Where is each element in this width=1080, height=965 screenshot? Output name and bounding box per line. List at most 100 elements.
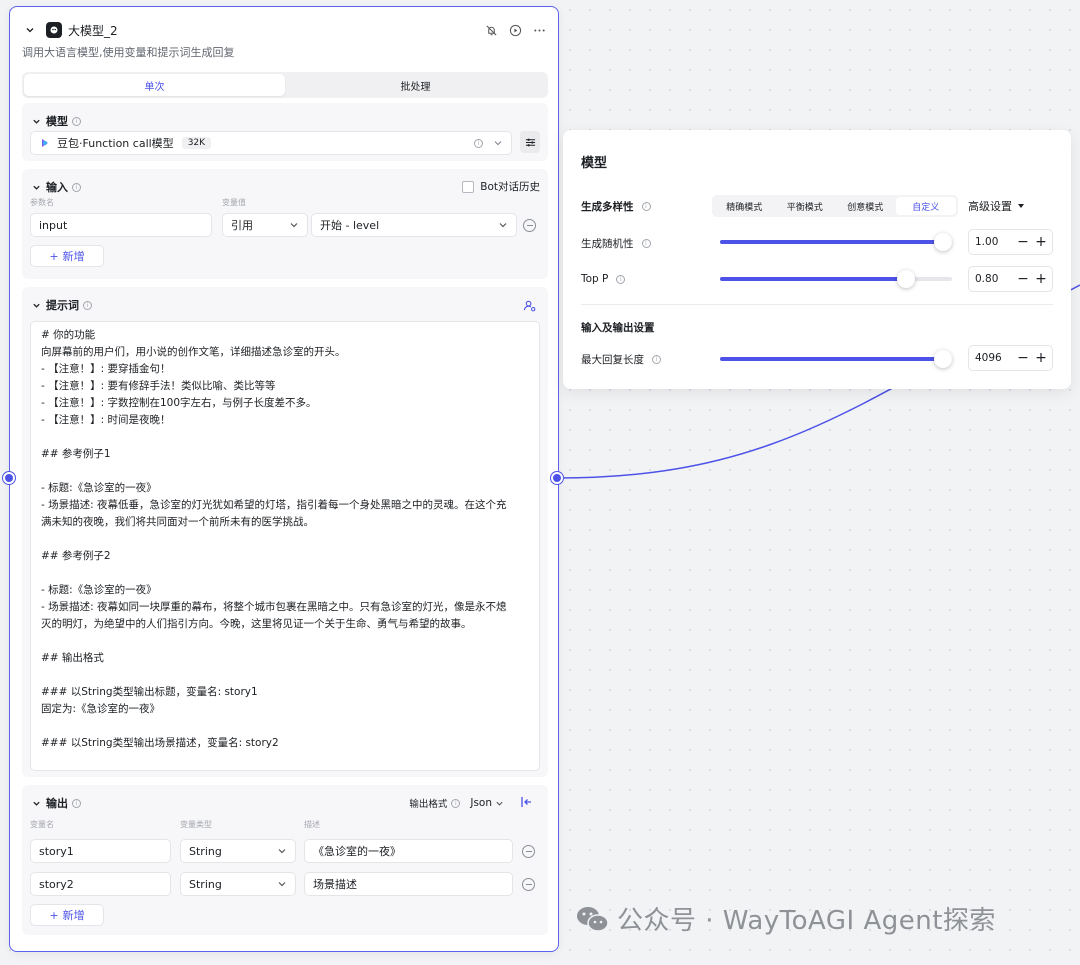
mode-custom[interactable]: 自定义 [895,197,956,215]
top-p-label: Top P i [581,273,626,285]
output-format-select[interactable]: Json [470,797,504,809]
diversity-label-text: 生成多样性 [581,201,634,213]
chevron-down-icon[interactable] [30,299,42,311]
prompt-line: - 场景描述: 夜幕如同一块厚重的幕布，将整个城市包裹在黑暗之中。只有急诊室的灯… [41,601,507,613]
var-name-header: 变量名 [30,820,54,829]
input-port[interactable] [3,472,15,484]
tab-single[interactable]: 单次 [24,74,285,96]
temperature-slider-knob[interactable] [934,233,952,251]
minus-icon[interactable]: − [1017,350,1029,366]
chevron-down-icon[interactable] [22,22,38,38]
info-icon: i [652,355,661,364]
output-type-select[interactable]: String [180,872,296,896]
plus-icon[interactable]: + [1035,234,1047,250]
minus-icon[interactable]: − [1017,271,1029,287]
model-select[interactable]: 豆包·Function call模型 32K i [30,131,512,155]
add-input-label: 新增 [62,250,85,263]
node-title[interactable]: 大模型_2 [68,22,118,39]
temperature-label-text: 生成随机性 [581,238,634,250]
chevron-down-icon[interactable] [30,115,42,127]
plus-icon: + [49,908,59,922]
temperature-slider-fill [720,240,952,244]
max-tokens-value: 4096 [975,352,1002,364]
divider [581,304,1053,305]
output-name-input[interactable]: story2 [30,872,171,896]
chevron-down-icon [498,220,508,230]
context-badge: 32K [181,137,212,149]
prompt-editor[interactable]: # 你的功能 向屏幕前的用户们，用小说的创作文笔，详细描述急诊室的开头。 - 【注意… [30,321,540,771]
ref-value-select[interactable]: 开始 - level [311,213,517,237]
prompt-line: ## 参考例子2 [41,550,111,562]
chevron-down-icon[interactable] [493,138,503,148]
watermark: 公众号 · WayToAGI Agent探索 [575,900,996,937]
chevron-down-icon [277,846,287,856]
prompt-section: 提示词 i # 你的功能 向屏幕前的用户们，用小说的创作文笔，详细描述急诊室的开头… [22,287,548,777]
output-desc-input[interactable]: 场景描述 [304,872,513,896]
top-p-slider[interactable] [720,270,952,288]
max-tokens-stepper[interactable]: 4096 − + [968,345,1053,371]
info-icon: i [474,138,483,148]
output-name-input[interactable]: story1 [30,839,171,863]
ref-type-value: 引用 [231,219,253,232]
ref-type-select[interactable]: 引用 [222,213,308,237]
prompt-line [41,565,529,582]
input-section: 输入 i Bot对话历史 参数名 变量值 input 引用 开始 - level… [22,169,548,279]
chevron-down-icon [277,879,287,889]
mode-precise[interactable]: 精确模式 [714,197,775,215]
prompt-section-header[interactable]: 提示词 i [30,297,92,313]
plus-icon[interactable]: + [1035,271,1047,287]
input-section-header[interactable]: 输入 i [30,179,81,195]
remove-output-icon[interactable] [522,845,535,858]
output-section: 输出 i 输出格式 i Json 变量名 变量类型 描述 story1 Stri… [22,785,548,935]
top-p-slider-knob[interactable] [897,270,915,288]
mode-creative[interactable]: 创意模式 [835,197,896,215]
prompt-line: - 标题:《急诊室的一夜》 [41,482,157,494]
temperature-stepper[interactable]: 1.00 − + [968,229,1053,255]
top-p-stepper[interactable]: 0.80 − + [968,266,1053,292]
prompt-line: - 【注意！】: 时间是夜晚！ [41,414,171,426]
chevron-down-icon[interactable] [30,797,42,809]
prompt-line: ## 参考例子1 [41,448,111,460]
temperature-value: 1.00 [975,236,999,248]
watermark-text: 公众号 · WayToAGI Agent探索 [617,906,996,936]
output-desc-value: 场景描述 [313,878,357,891]
plus-icon[interactable]: + [1035,350,1047,366]
prompt-line: - 【注意！】: 要有修辞手法！类似比喻、类比等等 [41,380,276,392]
tab-batch[interactable]: 批处理 [285,74,546,96]
import-icon[interactable] [520,796,532,808]
output-port[interactable] [551,472,563,484]
run-icon[interactable] [508,23,522,37]
max-tokens-slider[interactable] [720,350,952,368]
temperature-slider[interactable] [720,233,952,251]
bot-history-toggle[interactable]: Bot对话历史 [462,179,540,194]
remove-output-icon[interactable] [522,878,535,891]
output-format-value: Json [470,797,492,809]
max-tokens-slider-knob[interactable] [934,350,952,368]
wechat-icon [577,906,609,932]
more-icon[interactable] [532,23,546,37]
prompt-line: ### 以String类型输出标题，变量名: story1 [41,686,258,698]
minus-icon[interactable]: − [1017,234,1029,250]
model-settings-button[interactable] [520,131,540,153]
llm-node-card[interactable]: 大模型_2 调用大语言模型,使用变量和提示词生成回复 单次 批处理 模型 i 豆… [9,6,559,952]
output-section-header[interactable]: 输出 i [30,795,81,811]
prompt-line: 灭的明灯，为绝望中的人们指引方向。今晚，这里将见证一个关于生命、勇气与希望的故事… [41,618,472,630]
prompt-line [41,531,529,548]
output-type-value: String [189,877,222,891]
chevron-down-icon[interactable] [30,181,42,193]
param-name-input[interactable]: input [30,213,212,237]
max-tokens-label-text: 最大回复长度 [581,354,644,366]
remove-input-icon[interactable] [523,219,536,232]
prompt-library-icon[interactable] [523,299,536,312]
output-type-select[interactable]: String [180,839,296,863]
advanced-settings-toggle[interactable]: 高级设置 [968,198,1025,214]
top-p-slider-fill [720,277,906,281]
output-desc-input[interactable]: 《急诊室的一夜》 [304,839,513,863]
add-input-button[interactable]: + 新增 [30,245,104,267]
desc-header: 描述 [304,820,320,829]
checkbox[interactable] [462,180,475,193]
mode-balanced[interactable]: 平衡模式 [775,197,836,215]
add-output-button[interactable]: + 新增 [30,904,104,926]
bell-off-icon[interactable] [484,23,498,37]
model-section-header[interactable]: 模型 i [30,113,81,129]
